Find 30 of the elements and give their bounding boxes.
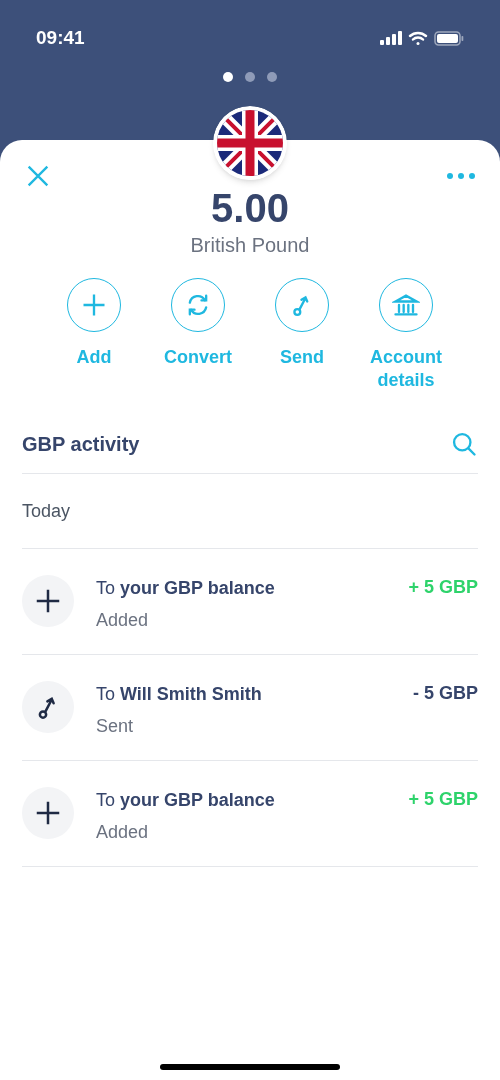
action-button[interactable]: Account details bbox=[354, 278, 458, 392]
transaction-row[interactable]: To your GBP balance Added + 5 GBP bbox=[22, 549, 478, 655]
action-button[interactable]: Convert bbox=[146, 278, 250, 392]
status-time: 09:41 bbox=[36, 25, 85, 50]
battery-icon bbox=[434, 30, 464, 46]
action-button[interactable]: Add bbox=[42, 278, 146, 392]
action-label: Send bbox=[279, 346, 325, 369]
date-group-label: Today bbox=[22, 499, 71, 523]
transaction-title: To your GBP balance bbox=[96, 789, 276, 812]
action-label: Convert bbox=[163, 346, 233, 369]
transaction-amount: + 5 GBP bbox=[408, 576, 478, 599]
transaction-status: Added bbox=[96, 609, 150, 632]
transaction-row[interactable]: To your GBP balance Added + 5 GBP bbox=[22, 761, 478, 867]
action-label: Add bbox=[75, 346, 113, 369]
transaction-status: Added bbox=[96, 821, 150, 844]
more-icon bbox=[446, 172, 476, 180]
transaction-title: To your GBP balance bbox=[96, 577, 276, 600]
wifi-icon bbox=[408, 30, 428, 46]
transaction-amount: + 5 GBP bbox=[408, 788, 478, 811]
signal-icon bbox=[380, 31, 402, 45]
transaction-row[interactable]: To Will Smith Smith Sent - 5 GBP bbox=[22, 655, 478, 761]
transaction-title: To Will Smith Smith bbox=[96, 683, 263, 706]
transaction-amount: - 5 GBP bbox=[413, 682, 478, 705]
action-button[interactable]: Send bbox=[250, 278, 354, 392]
more-button[interactable] bbox=[446, 172, 476, 180]
action-label: Account details bbox=[369, 346, 443, 392]
activity-title: GBP activity bbox=[22, 431, 140, 457]
balance-amount: 5.00 bbox=[211, 185, 289, 232]
transaction-status: Sent bbox=[96, 715, 135, 738]
currency-name: British Pound bbox=[190, 233, 310, 258]
